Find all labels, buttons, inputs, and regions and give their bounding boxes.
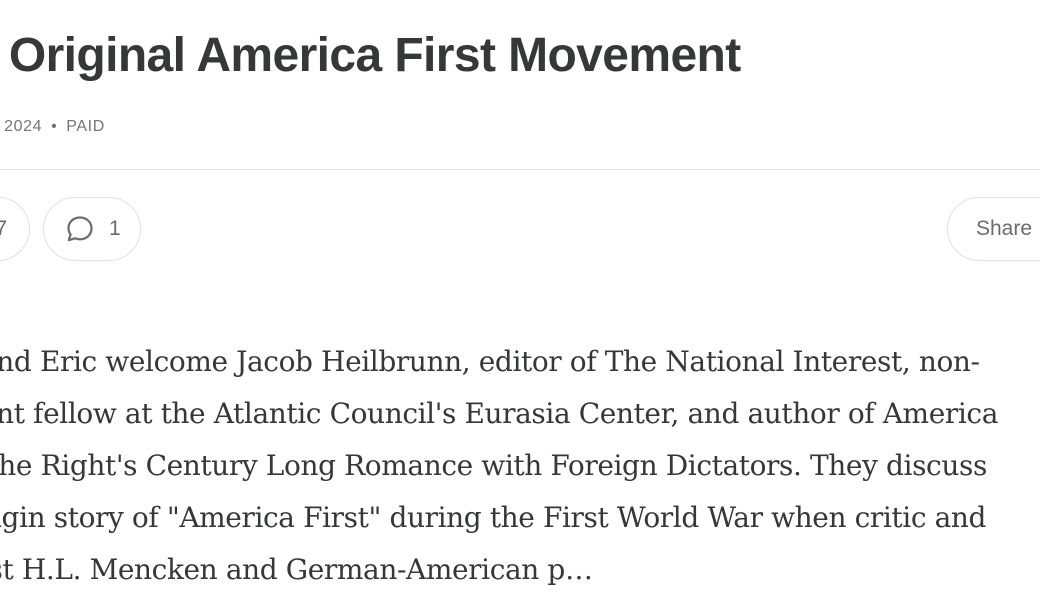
excerpt-line: ist H.L. Mencken and German-American p…	[0, 553, 593, 586]
excerpt-line: rigin story of "America First" during th…	[0, 501, 987, 534]
comment-icon	[65, 214, 95, 244]
post-page: e Original America First Movement , 2024…	[0, 0, 1040, 602]
post-meta: , 2024 • PAID	[0, 117, 105, 137]
excerpt-line: and Eric welcome Jacob Heilbrunn, editor…	[0, 345, 980, 378]
like-button[interactable]: 7	[0, 197, 30, 261]
excerpt-line: The Right's Century Long Romance with Fo…	[0, 449, 987, 482]
post-excerpt: and Eric welcome Jacob Heilbrunn, editor…	[0, 336, 1040, 596]
like-count: 7	[0, 217, 7, 240]
post-date: , 2024	[0, 118, 43, 135]
comment-count: 1	[109, 217, 121, 240]
share-button[interactable]: Share	[947, 197, 1040, 261]
share-label: Share	[976, 217, 1033, 240]
comment-button[interactable]: 1	[43, 197, 141, 261]
header-divider	[0, 169, 1040, 170]
post-title: e Original America First Movement	[0, 29, 741, 82]
meta-separator: •	[51, 118, 58, 135]
paid-badge: PAID	[66, 118, 105, 135]
excerpt-line: ent fellow at the Atlantic Council's Eur…	[0, 397, 998, 430]
